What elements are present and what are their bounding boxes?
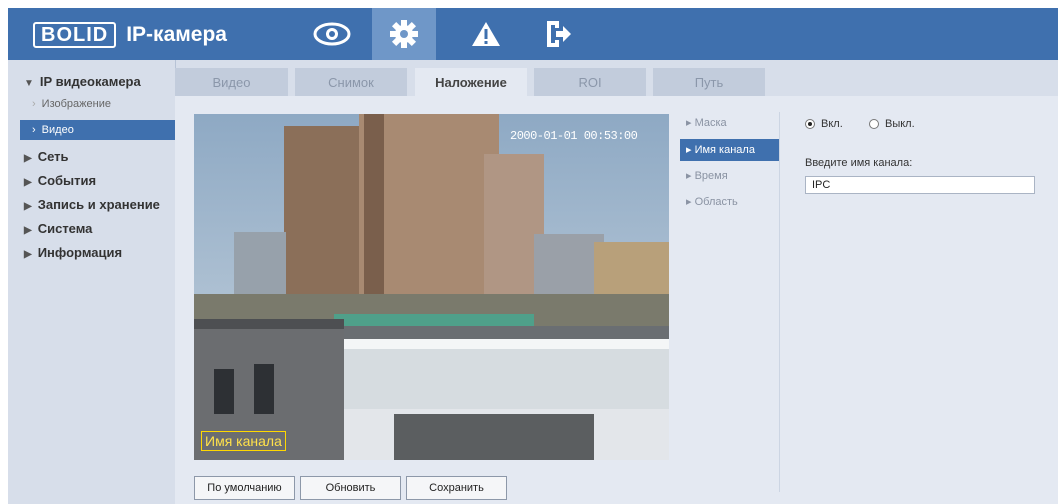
tab-overlay[interactable]: Наложение — [415, 68, 527, 96]
radio-checked-icon — [805, 119, 815, 129]
triangle-right-icon: ▸ — [686, 144, 695, 156]
camera-scene-image — [194, 114, 669, 460]
radio-off[interactable]: Выкл. — [869, 118, 915, 130]
gear-icon — [390, 20, 418, 48]
triangle-right-icon: ▶ — [24, 249, 32, 260]
divider — [779, 112, 780, 492]
channel-name-input[interactable]: IPC — [805, 176, 1035, 194]
logo: BOLID IP-камера — [33, 22, 227, 48]
sidebar-item-ip-camera[interactable]: ▼ IP видеокамера — [24, 74, 141, 89]
triangle-down-icon: ▼ — [24, 78, 34, 89]
tab-path[interactable]: Путь — [653, 68, 765, 96]
sidebar-item-network[interactable]: ▶ Сеть — [24, 149, 69, 164]
triangle-right-icon: ▶ — [24, 153, 32, 164]
triangle-right-icon: ▶ — [24, 177, 32, 188]
settings-button[interactable] — [372, 8, 436, 60]
triangle-right-icon: ▶ — [24, 225, 32, 236]
sidebar-item-info[interactable]: ▶ Информация — [24, 245, 122, 260]
brand-logo: BOLID — [33, 22, 117, 48]
alarm-button[interactable] — [454, 8, 518, 60]
logout-icon — [547, 21, 571, 47]
tab-video[interactable]: Видео — [175, 68, 288, 96]
content-panel: 2000-01-01 00:53:00 Имя канала ▸ Маска ▸… — [175, 96, 1058, 504]
triangle-right-icon: ▸ — [686, 196, 695, 208]
triangle-right-icon: ▶ — [24, 201, 32, 212]
save-button[interactable]: Сохранить — [406, 476, 507, 500]
chevron-right-icon: › — [32, 124, 36, 136]
tab-snapshot[interactable]: Снимок — [295, 68, 407, 96]
eye-icon — [313, 22, 351, 46]
app-frame: BOLID IP-камера ▼ IP видеокамера › Изобр… — [8, 8, 1058, 504]
sidebar-item-image[interactable]: › Изображение — [32, 98, 111, 110]
logout-button[interactable] — [526, 8, 590, 60]
sidebar-item-storage[interactable]: ▶ Запись и хранение — [24, 197, 160, 212]
video-preview: 2000-01-01 00:53:00 Имя канала — [194, 114, 669, 460]
triangle-right-icon: ▸ — [686, 117, 695, 129]
app-title: IP-камера — [126, 23, 227, 46]
osd-timestamp[interactable]: 2000-01-01 00:53:00 — [510, 129, 638, 143]
radio-unchecked-icon — [869, 119, 879, 129]
submenu-item-channel-name[interactable]: ▸ Имя канала — [680, 139, 780, 161]
tab-roi[interactable]: ROI — [534, 68, 646, 96]
submenu-item-area[interactable]: ▸ Область — [680, 191, 780, 213]
submenu-item-mask[interactable]: ▸ Маска — [680, 112, 780, 134]
refresh-button[interactable]: Обновить — [300, 476, 401, 500]
live-view-button[interactable] — [300, 8, 364, 60]
osd-channel-name[interactable]: Имя канала — [201, 431, 286, 451]
submenu-item-time[interactable]: ▸ Время — [680, 165, 780, 187]
top-bar: BOLID IP-камера — [8, 8, 1058, 60]
sidebar-item-events[interactable]: ▶ События — [24, 173, 96, 188]
warning-icon — [472, 22, 500, 46]
chevron-right-icon: › — [32, 98, 36, 110]
channel-name-label: Введите имя канала: — [805, 157, 913, 169]
triangle-right-icon: ▸ — [686, 170, 695, 182]
radio-on[interactable]: Вкл. — [805, 118, 843, 130]
default-button[interactable]: По умолчанию — [194, 476, 295, 500]
sidebar-item-video[interactable]: › Видео — [20, 120, 175, 140]
sidebar: ▼ IP видеокамера › Изображение › Видео ▶ Сет… — [8, 60, 176, 504]
sidebar-item-system[interactable]: ▶ Система — [24, 221, 92, 236]
